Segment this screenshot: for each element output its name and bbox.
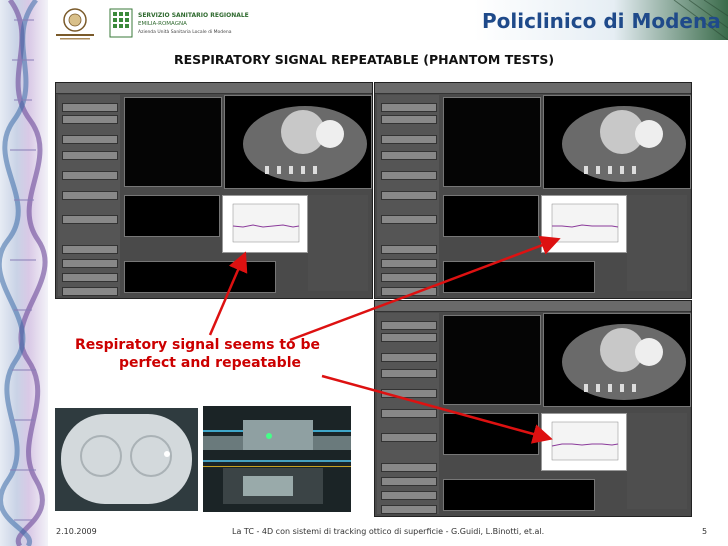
footer-citation: La TC - 4D con sistemi di tracking ottic… bbox=[232, 527, 545, 536]
policlinico-logo: Policlinico di Modena bbox=[474, 0, 728, 41]
ssr-line2: EMILIA-ROMAGNA bbox=[138, 21, 187, 27]
phantom-photo-1 bbox=[55, 408, 198, 511]
university-logo bbox=[54, 6, 96, 42]
annotation-text: Respiratory signal seems to be perfect a… bbox=[75, 336, 375, 372]
phantom-photo-2 bbox=[203, 406, 351, 512]
annotation-line-1: Respiratory signal seems to be bbox=[75, 337, 321, 353]
ssr-line1: SERVIZIO SANITARIO REGIONALE bbox=[138, 12, 249, 19]
dna-decoration bbox=[0, 0, 48, 546]
university-seal-icon bbox=[56, 8, 94, 40]
brand-name: Policlinico di Modena bbox=[482, 9, 721, 33]
slide-title: RESPIRATORY SIGNAL REPEATABLE (PHANTOM T… bbox=[173, 52, 555, 67]
ssr-emblem-icon: SERVIZIO SANITARIO REGIONALE EMILIA-ROMA… bbox=[109, 8, 249, 38]
ssr-line3: Azienda Unità Sanitaria Locale di Modena bbox=[138, 28, 232, 35]
ct-software-screenshot-3 bbox=[374, 300, 692, 517]
dna-helix-icon bbox=[0, 0, 48, 546]
annotation-line-2: perfect and repeatable bbox=[119, 355, 301, 371]
footer-date: 2.10.2009 bbox=[56, 527, 97, 536]
footer-page-number: 5 bbox=[702, 527, 708, 536]
ssr-logo: SERVIZIO SANITARIO REGIONALE EMILIA-ROMA… bbox=[108, 6, 258, 42]
ct-software-screenshot-2 bbox=[374, 82, 692, 299]
ct-software-screenshot-1 bbox=[55, 82, 373, 299]
